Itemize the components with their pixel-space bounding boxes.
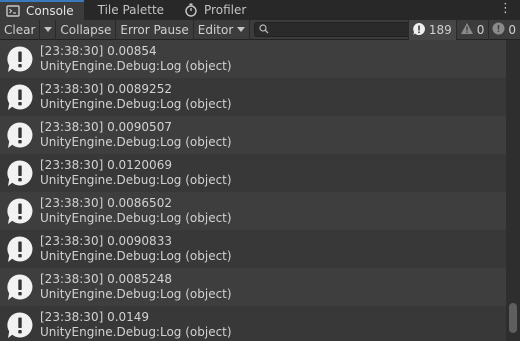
log-entry[interactable]: [23:38:30] 0.0149 UnityEngine.Debug:Log … xyxy=(0,306,506,341)
clear-button[interactable]: Clear xyxy=(0,19,41,40)
tab-tile-palette[interactable]: Tile Palette xyxy=(84,0,174,20)
warning-icon xyxy=(460,22,474,38)
chevron-down-icon xyxy=(43,27,52,32)
console-icon xyxy=(6,4,20,18)
error-pause-toggle[interactable]: Error Pause xyxy=(116,19,194,40)
error-pause-label: Error Pause xyxy=(120,22,189,37)
log-entry[interactable]: [23:38:30] 0.00854 UnityEngine.Debug:Log… xyxy=(0,40,506,78)
info-bubble-icon xyxy=(0,83,40,111)
info-bubble-icon xyxy=(0,121,40,149)
tab-profiler-label: Profiler xyxy=(204,3,247,17)
console-toolbar: Clear Collapse Error Pause Editor 189 0 … xyxy=(0,19,520,40)
search-icon xyxy=(259,23,269,37)
tab-console-label: Console xyxy=(26,4,74,18)
log-entry[interactable]: [23:38:30] 0.0090507 UnityEngine.Debug:L… xyxy=(0,116,506,154)
warning-count: 0 xyxy=(476,23,485,37)
info-bubble-icon xyxy=(0,235,40,263)
log-stacktrace: UnityEngine.Debug:Log (object) xyxy=(40,249,232,263)
search-input[interactable] xyxy=(269,23,404,36)
info-bubble-icon xyxy=(0,311,40,339)
chevron-down-icon xyxy=(237,27,246,32)
log-stacktrace: UnityEngine.Debug:Log (object) xyxy=(40,135,232,149)
log-entry[interactable]: [23:38:30] 0.0090833 UnityEngine.Debug:L… xyxy=(0,230,506,268)
log-stacktrace: UnityEngine.Debug:Log (object) xyxy=(40,97,232,111)
info-count: 189 xyxy=(428,23,452,37)
log-message: [23:38:30] 0.00854 xyxy=(40,44,157,58)
log-stacktrace: UnityEngine.Debug:Log (object) xyxy=(40,173,232,187)
info-count-toggle[interactable]: 189 xyxy=(407,20,456,40)
error-count-toggle[interactable]: 0 xyxy=(488,20,520,40)
log-entry[interactable]: [23:38:30] 0.0086502 UnityEngine.Debug:L… xyxy=(0,192,506,230)
log-message: [23:38:30] 0.0090507 xyxy=(40,120,172,134)
log-entry[interactable]: [23:38:30] 0.0089252 UnityEngine.Debug:L… xyxy=(0,78,506,116)
collapse-label: Collapse xyxy=(60,22,112,37)
log-list: [23:38:30] 0.00854 UnityEngine.Debug:Log… xyxy=(0,40,506,341)
console-window: Console Tile Palette Profiler ⋮ Clear Co xyxy=(0,0,520,341)
info-bubble-icon xyxy=(0,45,40,73)
log-message: [23:38:30] 0.0089252 xyxy=(40,82,172,96)
log-entry[interactable]: [23:38:30] 0.0085248 UnityEngine.Debug:L… xyxy=(0,268,506,306)
collapse-toggle[interactable]: Collapse xyxy=(56,19,117,40)
log-entry[interactable]: [23:38:30] 0.0120069 UnityEngine.Debug:L… xyxy=(0,154,506,192)
search-field[interactable] xyxy=(254,22,415,37)
info-bubble-icon xyxy=(412,22,426,39)
log-message: [23:38:30] 0.0120069 xyxy=(40,158,172,172)
warning-count-toggle[interactable]: 0 xyxy=(455,20,489,40)
more-options-icon[interactable]: ⋮ xyxy=(499,2,512,16)
log-message: [23:38:30] 0.0086502 xyxy=(40,196,172,210)
stopwatch-icon xyxy=(184,3,198,17)
tab-console[interactable]: Console xyxy=(0,0,84,20)
log-stacktrace: UnityEngine.Debug:Log (object) xyxy=(40,287,232,301)
editor-dropdown[interactable]: Editor xyxy=(194,19,251,40)
log-message: [23:38:30] 0.0085248 xyxy=(40,272,172,286)
scrollbar-thumb[interactable] xyxy=(509,303,517,333)
info-bubble-icon xyxy=(0,197,40,225)
tab-profiler[interactable]: Profiler xyxy=(174,0,256,20)
editor-label: Editor xyxy=(197,22,234,37)
log-stacktrace: UnityEngine.Debug:Log (object) xyxy=(40,59,232,73)
info-bubble-icon xyxy=(0,273,40,301)
log-message: [23:38:30] 0.0090833 xyxy=(40,234,172,248)
error-icon xyxy=(492,22,505,38)
error-count: 0 xyxy=(508,23,516,37)
log-stacktrace: UnityEngine.Debug:Log (object) xyxy=(40,325,232,339)
tab-bar: Console Tile Palette Profiler ⋮ xyxy=(0,0,520,20)
log-message: [23:38:30] 0.0149 xyxy=(40,310,150,324)
tab-tile-palette-label: Tile Palette xyxy=(97,3,165,17)
log-scrollbar[interactable] xyxy=(506,40,520,341)
log-count-toggles: 189 0 0 xyxy=(407,20,520,40)
clear-button-label: Clear xyxy=(4,22,36,37)
log-stacktrace: UnityEngine.Debug:Log (object) xyxy=(40,211,232,225)
info-bubble-icon xyxy=(0,159,40,187)
clear-options-dropdown[interactable] xyxy=(40,19,57,40)
